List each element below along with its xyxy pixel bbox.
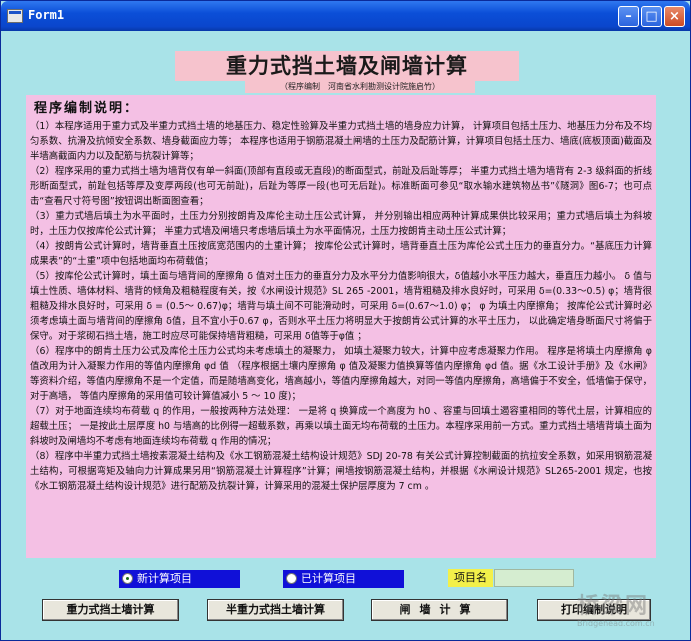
watermark-main: 桥梁网 — [577, 593, 650, 619]
new-project-radio[interactable]: 新计算项目 — [119, 570, 240, 588]
description-panel: 程序编制说明： （1）本程序适用于重力式及半重力式挡土墙的地基压力、稳定性验算及… — [26, 95, 656, 558]
app-window-icon[interactable] — [7, 9, 23, 23]
site-watermark: 桥梁网 Bridgehead.com.cn — [577, 588, 687, 638]
program-credit: （程序编制 河南省水利勘测设计院施启竹） — [245, 81, 475, 93]
close-icon: × — [669, 9, 680, 24]
description-paragraph-2: （2）程序采用的重力式挡土墙为墙背仅有单一斜面(顶部有直段或无直段)的断面型式，… — [30, 166, 652, 207]
minimize-button[interactable]: – — [618, 6, 639, 27]
gravity-wall-calc-button[interactable]: 重力式挡土墙计算 — [42, 599, 179, 621]
description-heading: 程序编制说明： — [34, 101, 140, 116]
watermark-sub: Bridgehead.com.cn — [577, 619, 655, 628]
maximize-icon: □ — [645, 9, 658, 24]
semi-gravity-wall-calc-button[interactable]: 半重力式挡土墙计算 — [207, 599, 344, 621]
maximize-button[interactable]: □ — [641, 6, 662, 27]
existing-project-label: 已计算项目 — [301, 572, 356, 585]
close-button[interactable]: × — [664, 6, 685, 27]
window-title: Form1 — [28, 8, 65, 22]
description-paragraph-1: （1）本程序适用于重力式及半重力式挡土墙的地基压力、稳定性验算及半重力式挡土墙的… — [30, 121, 652, 162]
project-name-input[interactable] — [494, 569, 574, 587]
description-paragraph-3: （3）重力式墙后填土为水平面时，土压力分别按朗肯及库伦主动土压公式计算， 并分别… — [30, 211, 652, 237]
description-paragraph-7: （7）对于地面连续均布荷载 q 的作用，一般按两种方法处理： 一是将 q 换算成… — [30, 406, 652, 447]
project-name-label: 项目名 — [448, 569, 493, 587]
minimize-icon: – — [625, 9, 632, 24]
radio-checked-icon — [122, 573, 133, 584]
description-paragraph-6: （6）程序中的朗肯土压力公式及库伦土压力公式均未考虑填土的凝聚力， 如填土凝聚力… — [30, 346, 652, 402]
description-paragraph-4: （4）按朗肯公式计算时，墙背垂直土压按底宽范围内的土重计算； 按库伦公式计算时，… — [30, 241, 652, 267]
main-window: Form1 – □ × 重力式挡土墙及闸墙计算 （程序编制 河南省水利勘测设计院… — [0, 0, 691, 641]
description-paragraph-8: （8）程序中半重力式挡土墙按素混凝土结构及《水工钢筋混凝土结构设计规范》SDJ … — [30, 451, 652, 492]
description-paragraph-5: （5）按库伦公式计算时，填土面与墙背间的摩擦角 δ 值对土压力的垂直分力及水平分… — [30, 271, 652, 342]
title-bar[interactable]: Form1 – □ × — [1, 1, 690, 31]
lock-wall-calc-button[interactable]: 闸墙计算 — [371, 599, 508, 621]
program-title: 重力式挡土墙及闸墙计算 — [175, 51, 519, 81]
existing-project-radio[interactable]: 已计算项目 — [283, 570, 404, 588]
new-project-label: 新计算项目 — [137, 572, 192, 585]
radio-unchecked-icon — [286, 573, 297, 584]
